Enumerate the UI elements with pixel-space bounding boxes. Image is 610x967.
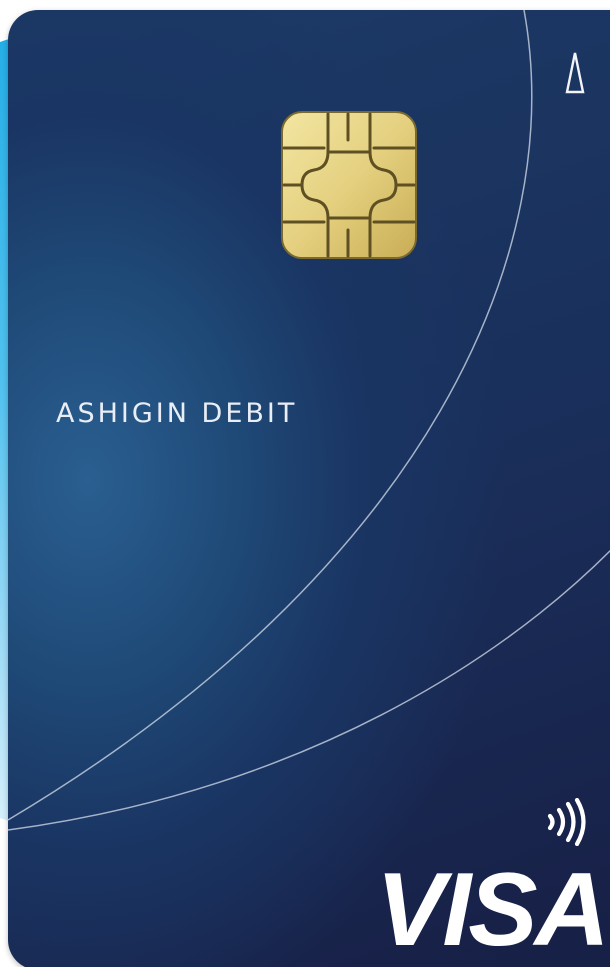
emv-chip-icon [281,111,417,259]
card-product-name: ASHIGIN DEBIT [56,398,298,429]
triangle-outline-icon [565,52,585,94]
visa-logo: VISA [376,852,610,967]
screen: ASHIGIN DEBIT VISA [0,0,610,967]
debit-card[interactable]: ASHIGIN DEBIT VISA [8,10,610,967]
contactless-icon [547,798,586,846]
